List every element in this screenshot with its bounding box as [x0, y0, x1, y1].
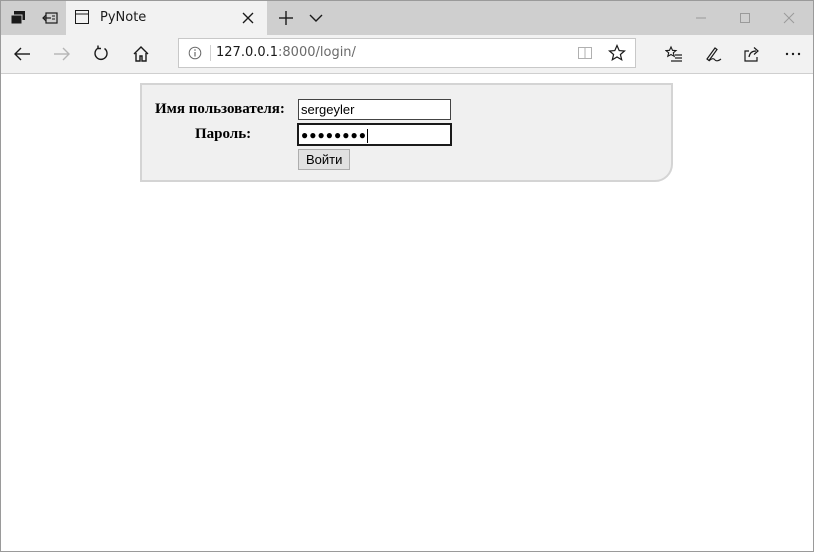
set-aside-tabs-icon — [42, 12, 58, 24]
title-bar: PyNote — [1, 1, 813, 35]
tab-pynote[interactable]: PyNote — [66, 1, 267, 35]
minimize-button[interactable] — [679, 1, 723, 35]
back-button[interactable] — [6, 38, 38, 70]
password-label: Пароль: — [195, 126, 252, 142]
page-viewport: Имя пользователя: sergeyler Пароль: ●●●●… — [1, 74, 813, 551]
home-icon — [133, 46, 149, 62]
refresh-button[interactable] — [85, 38, 117, 70]
favorites-hub-button[interactable] — [658, 38, 690, 70]
page-icon — [75, 10, 89, 24]
forward-button[interactable] — [46, 38, 78, 70]
username-label: Имя пользователя: — [155, 101, 285, 117]
pen-icon — [706, 47, 722, 62]
minimize-icon — [696, 17, 706, 19]
address-separator — [210, 45, 211, 61]
password-mask: ●●●●●●●● — [301, 128, 367, 142]
reading-view-button[interactable] — [573, 42, 597, 64]
maximize-button[interactable] — [723, 1, 767, 35]
share-button[interactable] — [736, 38, 768, 70]
forward-arrow-icon — [54, 47, 70, 61]
favorites-hub-icon — [665, 45, 682, 62]
plus-icon — [279, 11, 293, 25]
tab-list-button[interactable] — [303, 1, 329, 35]
username-value: sergeyler — [301, 102, 355, 117]
chevron-down-icon — [309, 14, 323, 22]
url-text[interactable]: 127.0.0.1:8000/login/ — [216, 45, 356, 60]
favorite-button[interactable] — [605, 42, 629, 64]
maximize-icon — [740, 13, 750, 23]
tab-actions-button[interactable] — [2, 1, 34, 35]
tab-actions-icon — [10, 11, 25, 25]
tab-title: PyNote — [100, 10, 147, 25]
password-input[interactable]: ●●●●●●●● — [297, 123, 452, 146]
back-arrow-icon — [14, 47, 30, 61]
username-input[interactable]: sergeyler — [298, 99, 451, 120]
share-icon — [744, 47, 759, 62]
new-tab-button[interactable] — [273, 1, 299, 35]
notes-button[interactable] — [697, 38, 729, 70]
refresh-icon — [94, 45, 108, 61]
close-window-button[interactable] — [767, 1, 811, 35]
navigation-bar: 127.0.0.1:8000/login/ — [1, 35, 813, 74]
more-icon — [785, 52, 801, 56]
set-aside-tabs-button[interactable] — [34, 1, 66, 35]
close-icon — [783, 12, 795, 24]
address-bar[interactable]: 127.0.0.1:8000/login/ — [178, 38, 636, 68]
url-path: :8000/login/ — [278, 45, 356, 60]
home-button[interactable] — [125, 38, 157, 70]
login-form: Имя пользователя: sergeyler Пароль: ●●●●… — [140, 83, 673, 182]
login-button[interactable]: Войти — [298, 149, 351, 170]
info-icon[interactable] — [188, 46, 202, 60]
more-button[interactable] — [777, 38, 809, 70]
reading-view-icon — [578, 47, 592, 59]
text-caret — [366, 128, 368, 143]
url-host: 127.0.0.1 — [216, 45, 279, 60]
browser-window: PyNote 127.0.0.1:8000/login/ Имя пользов… — [0, 0, 814, 552]
star-icon — [608, 44, 626, 62]
close-icon[interactable] — [240, 10, 256, 26]
